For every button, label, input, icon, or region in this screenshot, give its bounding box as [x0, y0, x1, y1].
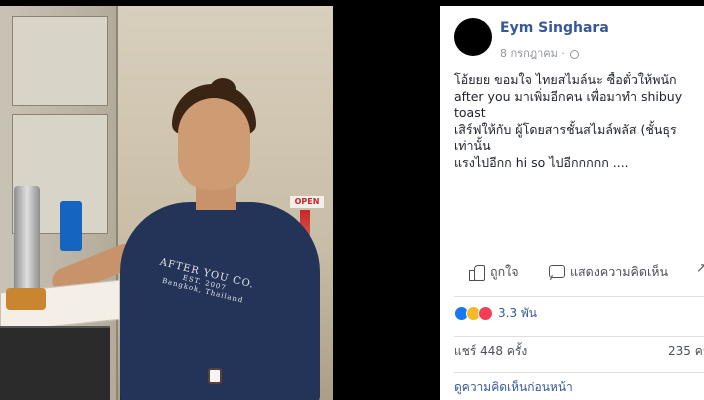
face: [178, 98, 250, 190]
open-sign: OPEN: [290, 196, 324, 208]
reactions-count[interactable]: 3.3 พัน: [498, 304, 537, 323]
like-label: ถูกใจ: [490, 264, 519, 279]
post-text-line: toast: [454, 105, 486, 120]
author-avatar[interactable]: [454, 18, 492, 56]
like-button[interactable]: ถูกใจ: [468, 262, 519, 282]
post-text-line: เท่านั้น: [454, 138, 491, 153]
post-text: โอ้ยยย ขอมใจ ไทยสไมล์นะ ซื้อตั๋วให้พนัก …: [454, 72, 704, 171]
boxes: [0, 326, 110, 400]
author-name[interactable]: Eym Singhara: [500, 20, 609, 36]
view-previous-comments-link[interactable]: ดูความคิดเห็นก่อนหน้า: [454, 378, 573, 397]
comment-button[interactable]: แสดงความคิดเห็น: [548, 262, 668, 282]
comment-icon: [548, 264, 565, 280]
globe-icon: [570, 49, 580, 59]
action-bar: ถูกใจ แสดงความคิดเห็น: [454, 261, 704, 288]
share-icon: [696, 261, 704, 278]
hair-bun: [210, 78, 236, 100]
thumbs-up-icon: [468, 264, 485, 281]
divider: [454, 296, 704, 297]
post-text-line: after you มาเพิ่มอีกคน เพื่อมาทำ shibuy: [454, 88, 683, 104]
share-button[interactable]: [696, 261, 704, 278]
comments-count[interactable]: 235 คร: [668, 342, 704, 361]
cabinet-door: [12, 16, 108, 106]
thermos: [14, 186, 40, 296]
shares-count[interactable]: แชร์ 448 ครั้ง: [454, 342, 527, 361]
love-reaction-icon: [478, 306, 493, 321]
post-text-line: เสิร์ฟให้กับ ผู้โดยสารชั้นสไมล์พลัส (ชั้…: [454, 121, 677, 137]
post-photo[interactable]: OPEN AFTER YOU CO. EST. 2007 Bangkok, Th…: [0, 6, 333, 400]
toast: [6, 288, 46, 310]
reactions-summary[interactable]: 3.3 พัน: [454, 304, 537, 323]
wristwatch: [208, 368, 222, 384]
post-side-panel: Eym Singhara 8 กรกฎาคม · โอ้ยยย ขอมใจ ไท…: [440, 6, 704, 400]
post-meta: 8 กรกฎาคม ·: [500, 44, 580, 62]
post-text-line: แรงไปอีกก hi so ไปอีกกกกก ....: [454, 154, 629, 170]
photo-viewer-background: OPEN AFTER YOU CO. EST. 2007 Bangkok, Th…: [0, 0, 440, 400]
divider: [454, 336, 704, 337]
divider: [454, 372, 704, 373]
bottle: [60, 201, 82, 251]
post-date[interactable]: 8 กรกฎาคม ·: [500, 47, 565, 60]
comment-label: แสดงความคิดเห็น: [570, 264, 669, 279]
post-text-line: โอ้ยยย ขอมใจ ไทยสไมล์นะ ซื้อตั๋วให้พนัก: [454, 72, 677, 87]
